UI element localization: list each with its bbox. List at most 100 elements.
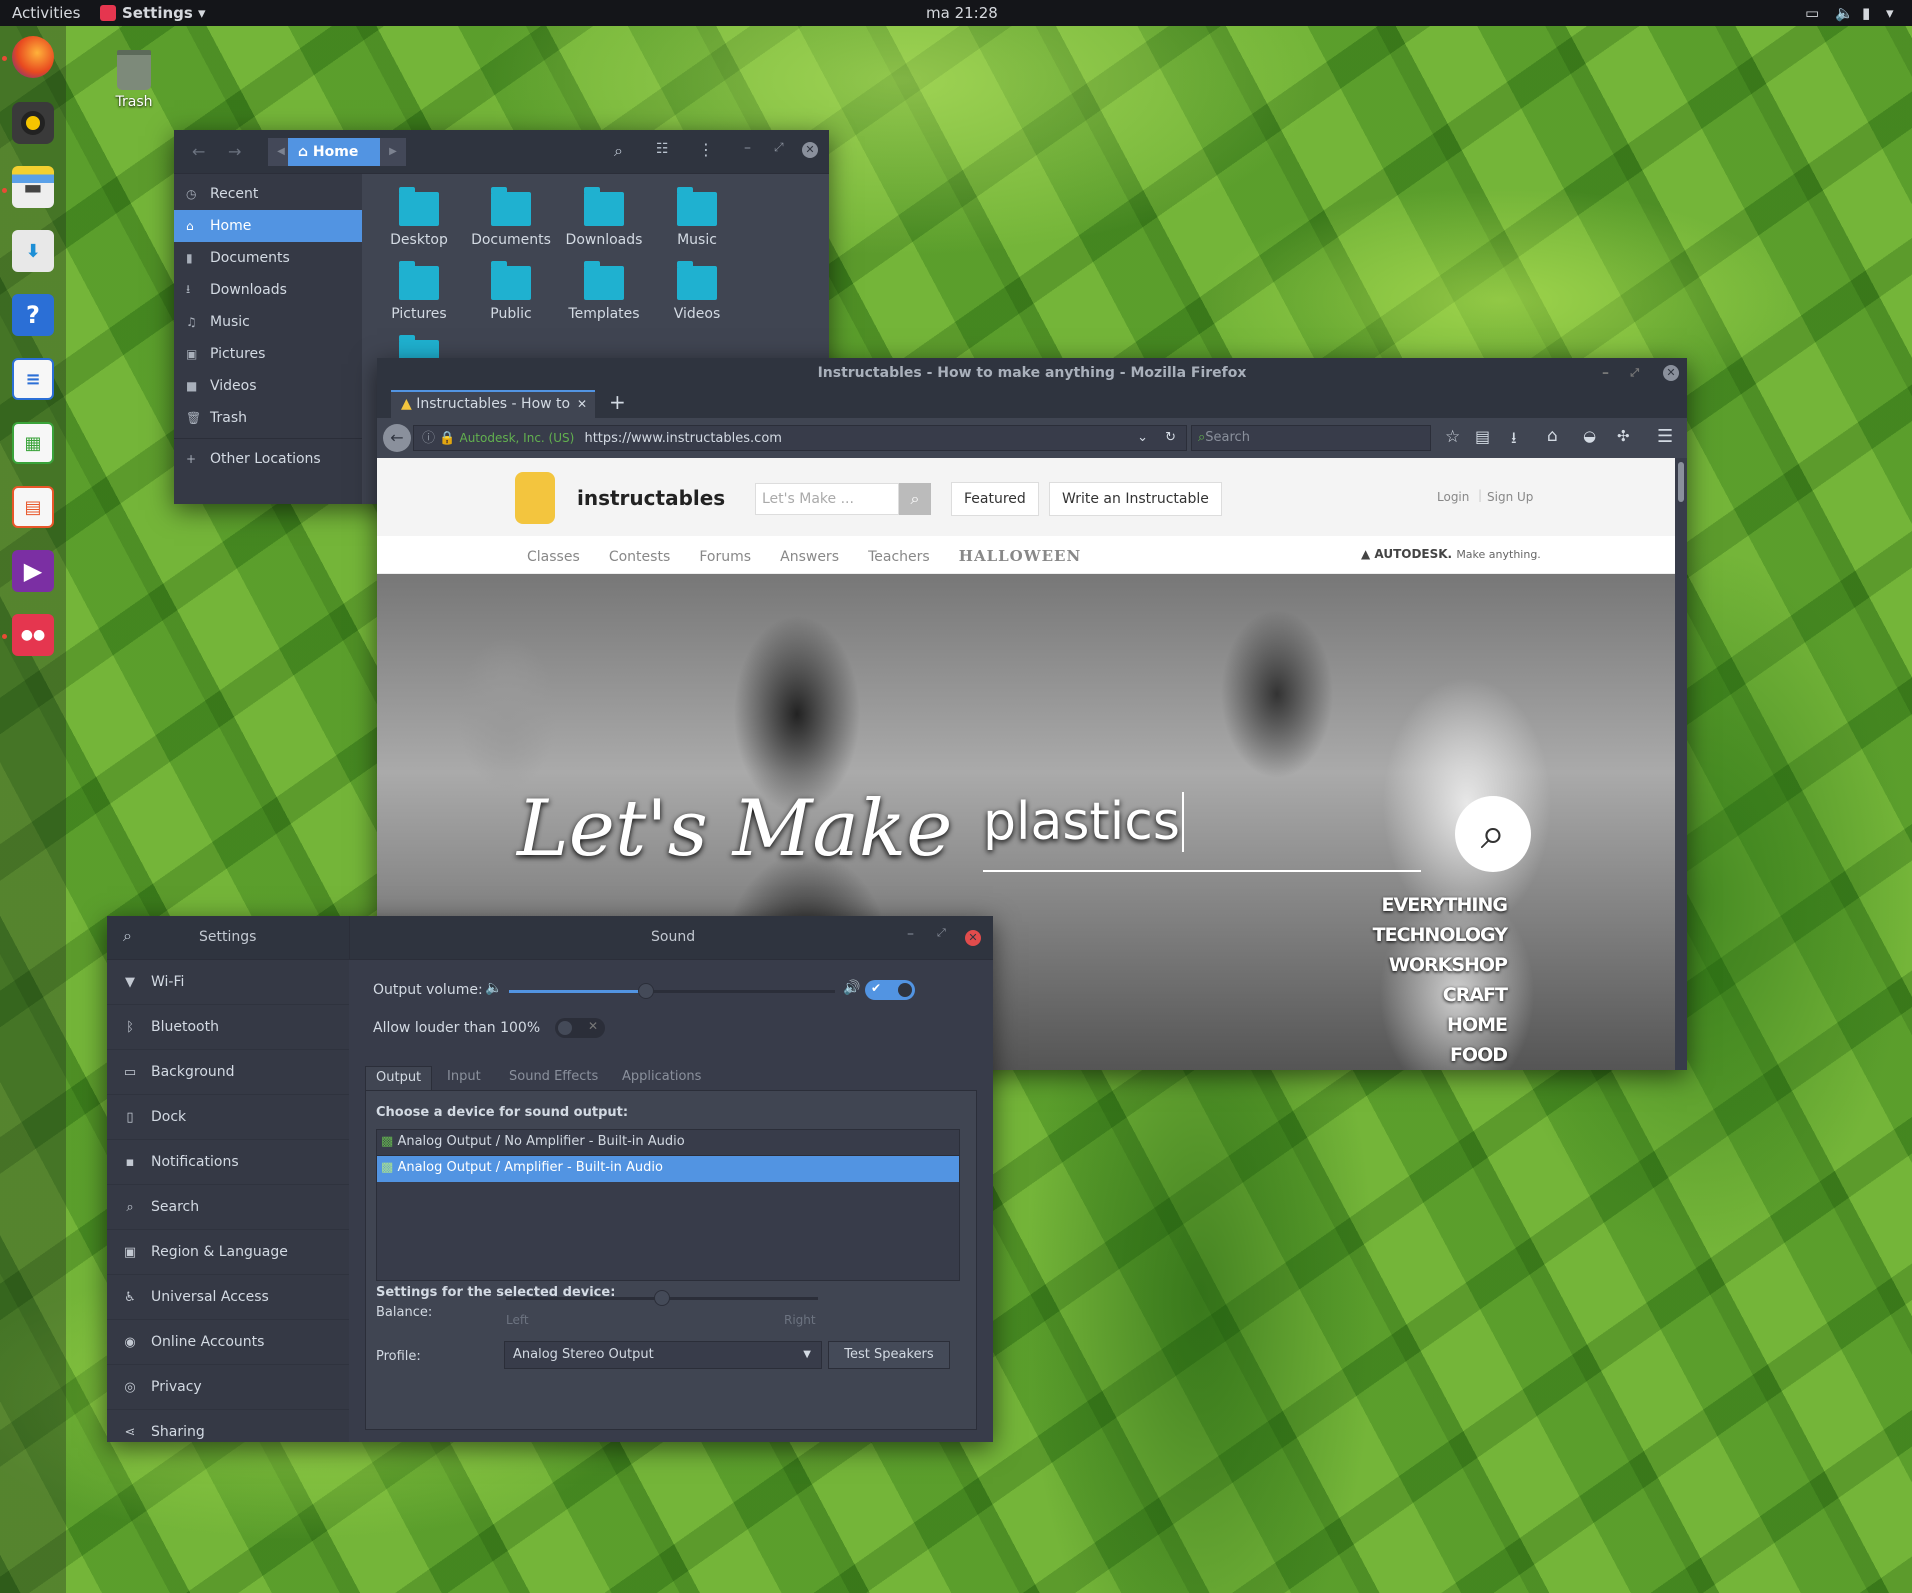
sidebar-item-privacy[interactable]: ◎ Privacy <box>107 1365 349 1410</box>
robot-logo-icon[interactable] <box>515 472 555 524</box>
nav-classes[interactable]: Classes <box>527 549 580 565</box>
screen-icon[interactable]: ▭ <box>1805 4 1819 22</box>
balance-slider-knob[interactable] <box>654 1290 670 1306</box>
test-speakers-button[interactable]: Test Speakers <box>828 1341 950 1369</box>
maximize-icon[interactable]: ⤢ <box>937 926 946 940</box>
autodesk-logo[interactable]: ▲ AUTODESK. Make anything. <box>1361 547 1541 561</box>
software-icon[interactable]: ⬇ <box>12 230 54 272</box>
category-craft[interactable]: CRAFT <box>1443 984 1508 1006</box>
sidebar-item-background[interactable]: ▭ Background <box>107 1050 349 1095</box>
sidebar-item-online-accounts[interactable]: ◉ Online Accounts <box>107 1320 349 1365</box>
nav-forums[interactable]: Forums <box>699 549 751 565</box>
category-home[interactable]: HOME <box>1447 1014 1508 1036</box>
sidebar-item-wifi[interactable]: ▼ Wi-Fi <box>107 960 349 1005</box>
login-link[interactable]: Login <box>1437 490 1469 504</box>
category-technology[interactable]: TECHNOLOGY <box>1373 924 1508 946</box>
folder-downloads[interactable]: Downloads <box>559 187 649 248</box>
back-button[interactable]: ← <box>383 424 411 452</box>
site-brand[interactable]: instructables <box>577 486 725 510</box>
impress-icon[interactable]: ▤ <box>12 486 54 528</box>
sidebar-item-other-locations[interactable]: + Other Locations <box>174 443 362 475</box>
path-right-arrow[interactable]: ▶ <box>380 138 406 166</box>
category-food[interactable]: FOOD <box>1450 1044 1508 1066</box>
scrollbar-thumb[interactable] <box>1678 462 1684 502</box>
nav-contests[interactable]: Contests <box>609 549 670 565</box>
folder-documents[interactable]: Documents <box>466 187 556 248</box>
nav-teachers[interactable]: Teachers <box>868 549 930 565</box>
minimize-icon[interactable]: – <box>1602 358 1609 388</box>
extension-icon[interactable]: ✣ <box>1617 427 1630 445</box>
tab-close-icon[interactable]: ✕ <box>577 392 587 416</box>
device-row-selected[interactable]: ▩ Analog Output / Amplifier - Built-in A… <box>377 1156 959 1182</box>
minimize-icon[interactable]: – <box>744 140 751 156</box>
nav-halloween[interactable]: HALLOWEEN <box>959 547 1081 565</box>
device-row[interactable]: ▩ Analog Output / No Amplifier - Built-i… <box>377 1130 959 1156</box>
volume-slider-knob[interactable] <box>637 983 654 999</box>
download-icon[interactable]: ⭳ <box>1511 427 1517 454</box>
activities-button[interactable]: Activities <box>12 4 80 22</box>
search-icon[interactable]: ⌕ <box>123 926 132 946</box>
sidebar-item-documents[interactable]: ▮ Documents <box>174 242 362 274</box>
close-icon[interactable]: ✕ <box>1663 365 1679 381</box>
mute-switch[interactable]: ✔ <box>865 980 915 1000</box>
search-icon[interactable]: ⌕ <box>614 141 623 161</box>
volume-icon[interactable]: 🔈 <box>1835 4 1854 22</box>
writer-icon[interactable]: ≡ <box>12 358 54 400</box>
scrollbar[interactable] <box>1675 458 1687 1070</box>
view-list-icon[interactable]: ☷ <box>656 141 669 157</box>
menu-icon[interactable]: ⋮ <box>698 140 714 159</box>
sidebar-item-notifications[interactable]: ▪ Notifications <box>107 1140 349 1185</box>
folder-music[interactable]: Music <box>652 187 742 248</box>
tab-output[interactable]: Output <box>365 1066 433 1090</box>
rhythmbox-icon[interactable] <box>12 102 54 144</box>
folder-desktop[interactable]: Desktop <box>374 187 464 248</box>
library-icon[interactable]: ▤ <box>1475 427 1490 446</box>
path-home-button[interactable]: ⌂ Home <box>288 138 380 166</box>
bookmark-star-icon[interactable]: ☆ <box>1445 427 1460 447</box>
calc-icon[interactable]: ▦ <box>12 422 54 464</box>
reload-icon[interactable]: ↻ <box>1165 426 1176 450</box>
close-icon[interactable]: ✕ <box>965 930 981 946</box>
new-tab-icon[interactable]: + <box>609 390 626 414</box>
sidebar-item-bluetooth[interactable]: ᛒ Bluetooth <box>107 1005 349 1050</box>
home-icon[interactable]: ⌂ <box>1547 426 1558 446</box>
folder-videos[interactable]: Videos <box>652 261 742 322</box>
hero-search-input[interactable]: plastics <box>983 792 1421 872</box>
forward-icon[interactable]: → <box>228 142 241 161</box>
folder-pictures[interactable]: Pictures <box>374 261 464 322</box>
profile-dropdown[interactable]: Analog Stereo Output ▼ <box>504 1341 822 1369</box>
videos-icon[interactable]: ▶ <box>12 550 54 592</box>
back-icon[interactable]: ← <box>192 142 205 161</box>
site-search-input[interactable]: Let's Make ... <box>755 483 899 515</box>
tab-sound-effects[interactable]: Sound Effects <box>509 1069 598 1084</box>
maximize-icon[interactable]: ⤢ <box>1630 358 1639 388</box>
url-bar[interactable]: ⓘ 🔒 Autodesk, Inc. (US) https://www.inst… <box>413 425 1187 451</box>
hero-search-icon[interactable]: ⌕ <box>1455 796 1531 872</box>
pocket-icon[interactable]: ◒ <box>1583 427 1596 445</box>
sidebar-item-music[interactable]: ♫ Music <box>174 306 362 338</box>
tab-applications[interactable]: Applications <box>622 1069 701 1084</box>
signup-link[interactable]: Sign Up <box>1487 490 1533 504</box>
nav-answers[interactable]: Answers <box>780 549 839 565</box>
louder-switch[interactable]: ✕ <box>555 1018 605 1038</box>
maximize-icon[interactable]: ⤢ <box>774 140 784 155</box>
category-everything[interactable]: EVERYTHING <box>1382 894 1508 916</box>
desktop-trash[interactable]: Trash <box>108 50 160 110</box>
folder-templates[interactable]: Templates <box>559 261 649 322</box>
files-icon[interactable]: ▬ <box>12 166 54 208</box>
close-icon[interactable]: ✕ <box>802 142 818 158</box>
sidebar-item-search[interactable]: ⌕ Search <box>107 1185 349 1230</box>
settings-icon[interactable]: ●● <box>12 614 54 656</box>
help-icon[interactable]: ? <box>12 294 54 336</box>
system-menu-arrow-icon[interactable]: ▾ <box>1886 4 1894 22</box>
firefox-icon[interactable] <box>12 36 54 78</box>
sidebar-item-universal-access[interactable]: ♿ Universal Access <box>107 1275 349 1320</box>
write-instructable-button[interactable]: Write an Instructable <box>1049 482 1222 516</box>
battery-icon[interactable]: ▮ <box>1862 4 1870 22</box>
sidebar-item-dock[interactable]: ▯ Dock <box>107 1095 349 1140</box>
sidebar-item-recent[interactable]: ◷ Recent <box>174 178 362 210</box>
sidebar-item-trash[interactable]: 🗑 Trash <box>174 402 362 434</box>
sidebar-item-home[interactable]: ⌂ Home <box>174 210 362 242</box>
sidebar-item-pictures[interactable]: ▣ Pictures <box>174 338 362 370</box>
sidebar-item-region-language[interactable]: ▣ Region & Language <box>107 1230 349 1275</box>
